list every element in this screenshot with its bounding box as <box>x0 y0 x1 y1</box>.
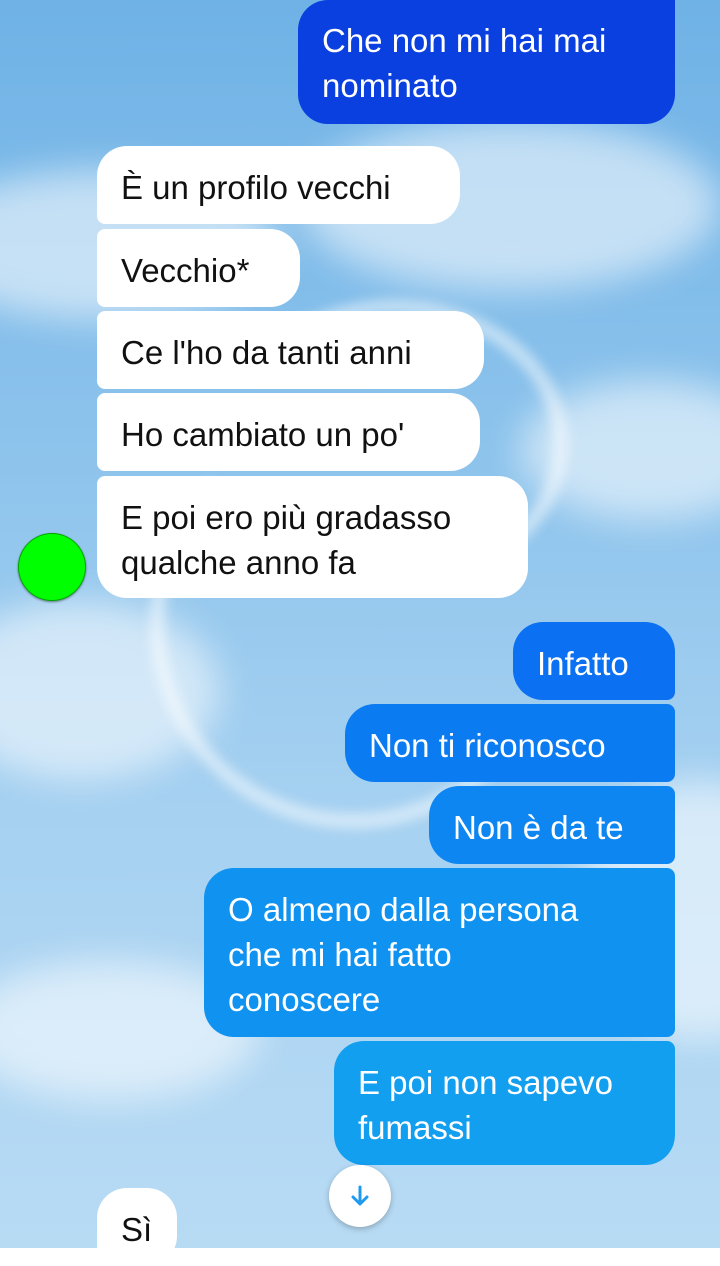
message-incoming[interactable]: Sì <box>97 1188 177 1266</box>
message-incoming[interactable]: Ce l'ho da tanti anni <box>97 311 484 389</box>
message-incoming[interactable]: È un profilo vecchi <box>97 146 460 224</box>
arrow-down-icon <box>351 1185 369 1206</box>
message-outgoing[interactable]: Infatto <box>513 622 675 700</box>
message-outgoing[interactable]: Non è da te <box>429 786 675 864</box>
message-outgoing[interactable]: O almeno dalla persona che mi hai fatto … <box>204 868 675 1037</box>
message-outgoing[interactable]: Che non mi hai mai nominato <box>298 0 675 124</box>
message-incoming[interactable]: Ho cambiato un po' <box>97 393 480 471</box>
message-incoming[interactable]: Vecchio* <box>97 229 300 307</box>
message-outgoing[interactable]: Non ti riconosco <box>345 704 675 782</box>
message-outgoing[interactable]: E poi non sapevo fumassi <box>334 1041 675 1165</box>
scroll-to-bottom-button[interactable] <box>329 1165 391 1227</box>
message-incoming[interactable]: E poi ero più gradasso qualche anno fa <box>97 476 528 598</box>
contact-avatar[interactable] <box>18 533 86 601</box>
